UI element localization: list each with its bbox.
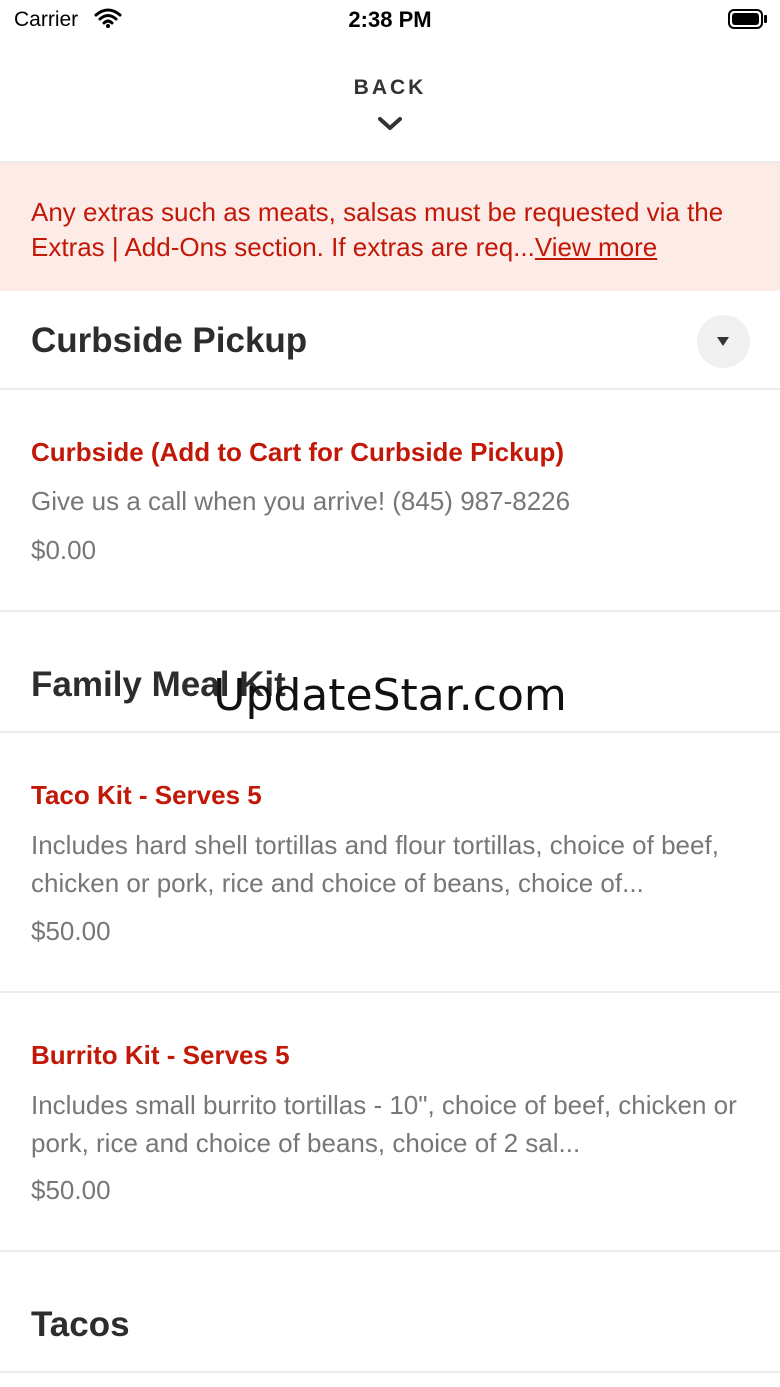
item-description: Includes small burrito tortillas - 10", …	[31, 1090, 737, 1158]
caret-down-icon	[717, 337, 729, 346]
item-description: Includes hard shell tortillas and flour …	[31, 830, 719, 898]
section-title-curbside-pickup: Curbside Pickup	[31, 321, 308, 360]
divider	[0, 991, 780, 993]
divider	[0, 610, 780, 612]
item-name: Burrito Kit - Serves 5	[31, 1040, 290, 1070]
divider	[0, 1250, 780, 1252]
battery-icon	[728, 9, 768, 29]
chevron-down-icon	[377, 115, 403, 138]
category-dropdown-button[interactable]	[697, 315, 750, 368]
divider	[0, 731, 780, 733]
divider	[0, 1371, 780, 1373]
item-price: $0.00	[31, 535, 97, 565]
status-bar: Carrier 2:38 PM	[0, 0, 780, 40]
item-description: Give us a call when you arrive! (845) 98…	[31, 486, 571, 516]
item-price: $50.00	[31, 1175, 111, 1205]
extras-notice: Any extras such as meats, salsas must be…	[0, 163, 780, 291]
clock: 2:38 PM	[348, 7, 432, 32]
item-name: Taco Kit - Serves 5	[31, 780, 262, 810]
watermark: UpdateStar.com	[213, 670, 567, 721]
view-more-link[interactable]: View more	[535, 232, 657, 262]
item-name: Curbside (Add to Cart for Curbside Picku…	[31, 437, 565, 467]
back-label: BACK	[353, 76, 427, 99]
section-title-tacos: Tacos	[31, 1305, 130, 1344]
divider	[0, 388, 780, 390]
item-price: $50.00	[31, 916, 111, 946]
back-button[interactable]: BACK	[0, 40, 780, 162]
